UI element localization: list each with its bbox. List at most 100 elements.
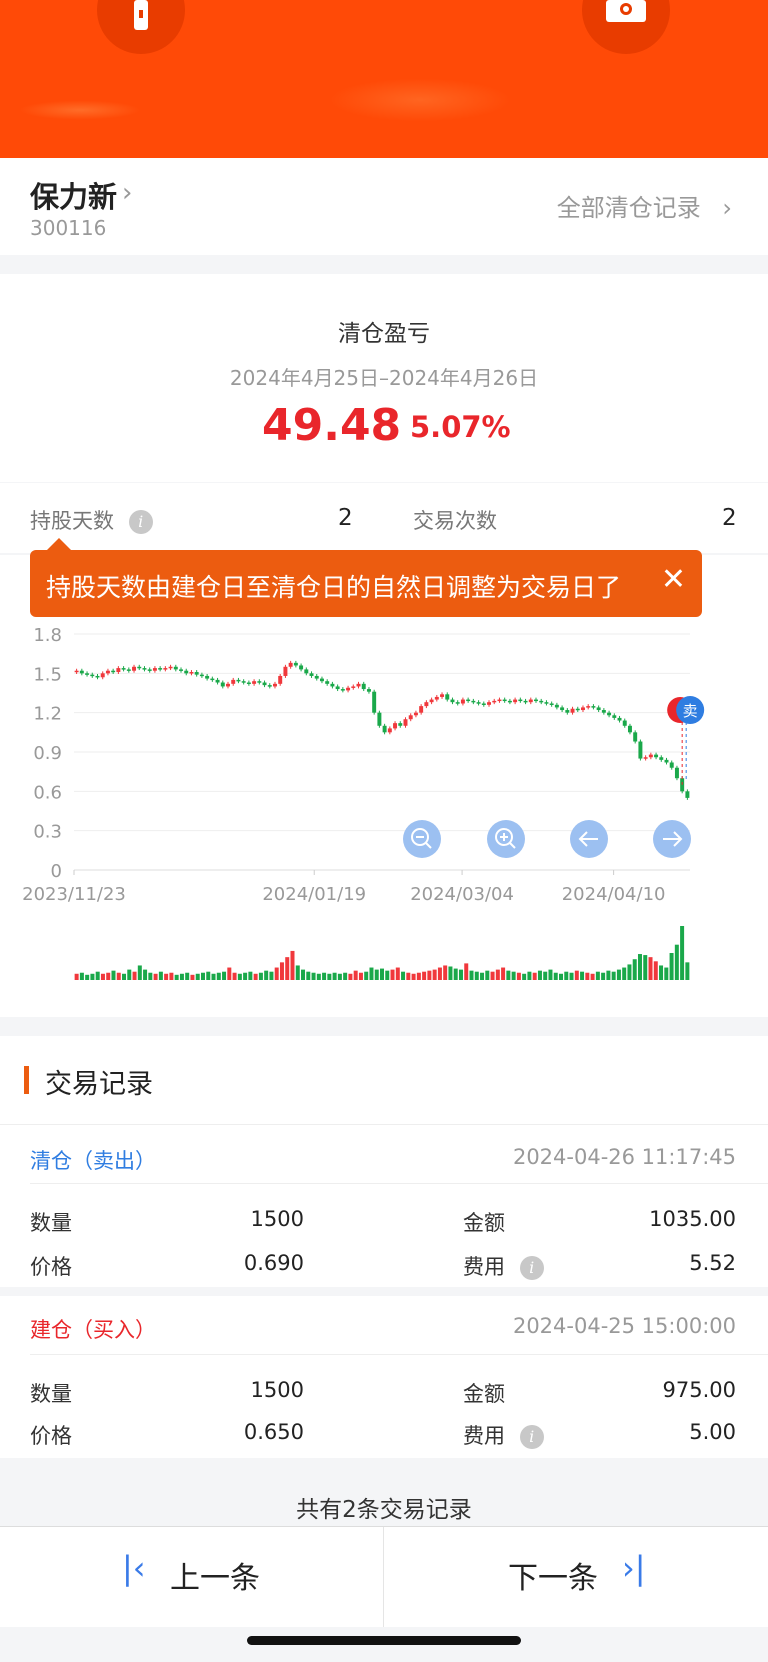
volume-bar [95, 971, 100, 980]
summary-title: 清仓盈亏 [338, 321, 430, 347]
candle [507, 700, 512, 703]
info-icon[interactable]: i [519, 1425, 544, 1449]
volume-bar [674, 944, 679, 980]
chevron-right-icon: › [722, 194, 732, 222]
volume-bar [443, 965, 448, 980]
zoom-in-button[interactable] [487, 820, 525, 858]
candle [643, 757, 648, 759]
divider [30, 1354, 768, 1355]
volume-bar [253, 973, 258, 980]
candle [596, 707, 601, 711]
profit-amount: 49.48 [262, 400, 402, 451]
amount-label: 金额 [463, 1211, 505, 1235]
volume-bar [164, 973, 169, 980]
fee-label: 费用 i [463, 1420, 544, 1450]
holding-days-label[interactable]: 持股天数 i [30, 505, 153, 535]
holding-days-label-text: 持股天数 [30, 509, 114, 533]
record-type: 清仓（卖出） [30, 1149, 156, 1173]
kline-chart[interactable]: 1.8 1.5 1.2 0.9 0.6 0.3 02023/11/23 2024/01/19 2… [0, 555, 768, 1017]
volume-bar [632, 959, 637, 980]
all-records-label: 全部清仓记录 [556, 194, 701, 222]
candle [74, 670, 79, 673]
candle [252, 681, 257, 684]
stock-name[interactable]: 保力新 [30, 174, 117, 216]
x-tick-label: 2024/01/19 [262, 884, 366, 905]
volume-bar [622, 967, 627, 980]
volume-bar [416, 972, 421, 980]
candle [335, 686, 340, 690]
volume-bar [364, 971, 369, 980]
candle [612, 715, 617, 718]
next-record-button[interactable]: 下一条 ›| [384, 1527, 768, 1627]
info-icon[interactable]: i [128, 510, 153, 534]
volume-bar [301, 969, 306, 980]
volume-bar [616, 969, 621, 980]
candle [664, 759, 669, 763]
candle [460, 699, 465, 704]
candle [539, 700, 544, 703]
close-icon[interactable]: ✕ [661, 562, 686, 597]
candle [685, 791, 690, 798]
candle [168, 666, 173, 669]
price-value: 0.690 [243, 1251, 304, 1275]
chevron-right-icon[interactable]: › [122, 178, 132, 208]
volume-bar [343, 972, 348, 980]
skip-previous-icon: |‹ [122, 1549, 146, 1587]
volume-bar [495, 969, 500, 980]
trade-count-label: 交易次数 [413, 509, 497, 533]
candle [528, 699, 533, 703]
record-time: 2024-04-25 15:00:00 [512, 1314, 736, 1338]
candle [309, 673, 314, 676]
candle [570, 708, 575, 713]
candle [450, 699, 455, 703]
candle [226, 683, 230, 687]
volume-bar [169, 972, 174, 980]
volume-bar [322, 972, 327, 980]
candle [445, 694, 450, 700]
skip-next-icon: ›| [622, 1549, 646, 1587]
candle [377, 712, 382, 726]
section-title: 交易记录 [45, 1069, 153, 1100]
candle [325, 681, 330, 684]
volume-bar [337, 973, 342, 980]
volume-bar [580, 971, 585, 980]
candle [487, 702, 492, 705]
stats-row: 持股天数 i 2 交易次数 2 [0, 483, 768, 553]
zoom-out-button[interactable] [403, 820, 441, 858]
candle [126, 669, 131, 671]
candle [220, 682, 225, 687]
summary-date-range: 2024年4月25日–2024年4月26日 [229, 366, 539, 390]
x-tick-label: 2023/11/23 [22, 884, 126, 905]
x-tick-label: 2024/04/10 [562, 884, 666, 905]
volume-bar [216, 972, 221, 980]
candle [523, 700, 528, 703]
volume-bar [385, 970, 390, 980]
candle [413, 712, 418, 716]
candle [330, 683, 335, 687]
section-accent-bar [24, 1066, 29, 1094]
candle [121, 668, 126, 670]
all-records-link[interactable]: 全部清仓记录 › [557, 188, 732, 223]
candle [617, 717, 622, 721]
candle [340, 689, 345, 691]
info-icon[interactable]: i [519, 1256, 544, 1280]
candle [79, 670, 84, 674]
candle [518, 699, 523, 702]
candle [85, 673, 90, 675]
volume-bar [501, 967, 506, 980]
prev-record-button[interactable]: |‹ 上一条 [0, 1527, 383, 1627]
candle [549, 703, 554, 705]
candle [299, 665, 304, 670]
candle [147, 669, 152, 671]
qty-value: 1500 [250, 1378, 304, 1402]
flashlight-button[interactable] [97, 0, 185, 54]
volume-bar [327, 973, 332, 980]
candle [132, 666, 137, 671]
volume-bar [448, 966, 453, 980]
y-tick-label: 1.5 [33, 664, 62, 685]
camera-button[interactable] [582, 0, 670, 54]
volume-bar [432, 969, 437, 980]
candle [492, 700, 497, 703]
candle [627, 725, 632, 733]
volume-bar [358, 972, 363, 980]
